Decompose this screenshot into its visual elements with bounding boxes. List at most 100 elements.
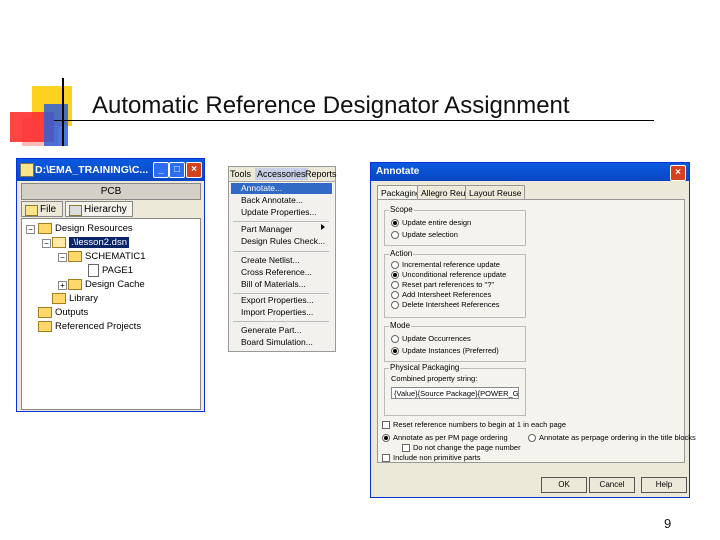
collapse-icon[interactable]: − xyxy=(26,225,35,234)
radio-icon xyxy=(391,261,399,270)
folder-icon xyxy=(52,292,66,304)
slide-title: Automatic Reference Designator Assignmen… xyxy=(92,92,570,119)
project-window-titlebar[interactable]: D:\EMA_TRAINING\C... _ □ × xyxy=(17,159,204,181)
menu-reports[interactable]: Reports xyxy=(305,168,337,180)
tree-item-page[interactable]: PAGE1 xyxy=(88,264,133,277)
radio-icon xyxy=(391,291,399,300)
decorative-square-blue xyxy=(44,104,68,146)
scope-option-selection[interactable]: Update selection xyxy=(391,230,458,240)
folder-icon xyxy=(38,320,52,332)
action-label: Action xyxy=(389,249,414,258)
tree-item-schematic[interactable]: SCHEMATIC1 xyxy=(68,250,146,263)
close-button[interactable]: × xyxy=(670,165,686,181)
annotate-title: Annotate xyxy=(376,166,420,177)
annotate-dialog: Annotate × Packaging Allegro Reuse Layou… xyxy=(370,162,696,498)
action-option-add-intersheet[interactable]: Add Intersheet References xyxy=(391,290,491,300)
action-option-unconditional[interactable]: Unconditional reference update xyxy=(391,270,506,280)
project-manager-window: D:\EMA_TRAINING\C... _ □ × PCB File Hier… xyxy=(16,158,205,412)
scope-group: Scope Update entire design Update select… xyxy=(384,205,526,246)
project-type-header: PCB xyxy=(21,183,201,200)
tree-item-design-file[interactable]: .\lesson2.dsn xyxy=(52,236,129,249)
radio-icon xyxy=(391,231,399,240)
physical-packaging-label: Physical Packaging xyxy=(389,363,461,372)
project-window-title: D:\EMA_TRAINING\C... xyxy=(35,164,149,176)
radio-icon xyxy=(391,271,399,280)
no-change-page-checkbox[interactable]: Do not change the page number xyxy=(402,443,521,453)
menu-separator xyxy=(233,321,329,322)
project-tree: − Design Resources − .\lesson2.dsn − SCH… xyxy=(21,218,201,410)
schematic-folder-icon xyxy=(68,250,82,262)
help-button[interactable]: Help xyxy=(641,477,687,493)
tools-menu: Tools Accessories Reports Annotate... Ba… xyxy=(228,166,337,352)
action-option-incremental[interactable]: Incremental reference update xyxy=(391,260,500,270)
ordering-option-pm-page[interactable]: Annotate as per PM page ordering xyxy=(382,433,508,443)
hierarchy-icon xyxy=(69,205,82,216)
tab-hierarchy[interactable]: Hierarchy xyxy=(65,201,133,217)
menu-item-cross-reference[interactable]: Cross Reference... xyxy=(241,267,312,278)
action-option-reset[interactable]: Reset part references to "?" xyxy=(391,280,494,290)
folder-icon xyxy=(38,222,52,234)
menu-item-design-rules-check[interactable]: Design Rules Check... xyxy=(241,236,325,247)
decorative-vertical-line xyxy=(62,78,64,146)
menu-item-back-annotate[interactable]: Back Annotate... xyxy=(241,195,303,206)
combined-property-label: Combined property string: xyxy=(391,374,478,383)
page-icon xyxy=(88,264,99,277)
tree-item-library[interactable]: Library xyxy=(52,292,98,305)
menu-separator xyxy=(233,221,329,222)
menu-tools[interactable]: Tools xyxy=(230,168,251,180)
tab-hierarchy-label: Hierarchy xyxy=(84,204,127,215)
folder-icon xyxy=(25,205,38,216)
menu-item-board-simulation[interactable]: Board Simulation... xyxy=(241,337,313,348)
folder-icon xyxy=(68,278,82,290)
maximize-button[interactable]: □ xyxy=(169,162,185,178)
tab-file[interactable]: File xyxy=(21,201,63,217)
tree-item-referenced-projects[interactable]: Referenced Projects xyxy=(38,320,141,333)
folder-icon xyxy=(38,306,52,318)
combined-property-input[interactable]: {Value}{Source Package}{POWER_GRO xyxy=(391,387,519,399)
minimize-button[interactable]: _ xyxy=(153,162,169,178)
physical-packaging-group: Physical Packaging Combined property str… xyxy=(384,363,526,416)
menu-item-bill-of-materials[interactable]: Bill of Materials... xyxy=(241,279,306,290)
menu-separator xyxy=(233,293,329,294)
radio-icon xyxy=(391,335,399,344)
cancel-button[interactable]: Cancel xyxy=(589,477,635,493)
tab-layout-reuse[interactable]: Layout Reuse xyxy=(465,185,526,200)
menu-accessories[interactable]: Accessories xyxy=(255,168,308,180)
collapse-icon[interactable]: − xyxy=(42,239,51,248)
menu-item-part-manager[interactable]: Part Manager xyxy=(241,224,293,235)
scope-label: Scope xyxy=(389,205,414,214)
mode-option-instances[interactable]: Update Instances (Preferred) xyxy=(391,346,499,356)
mode-option-occurrences[interactable]: Update Occurrences xyxy=(391,334,471,344)
tree-item-design-cache[interactable]: Design Cache xyxy=(68,278,145,291)
annotate-titlebar[interactable]: Annotate × xyxy=(371,163,689,181)
include-nonprimitive-checkbox[interactable]: Include non primitive parts xyxy=(382,453,481,463)
radio-icon xyxy=(391,301,399,310)
close-button[interactable]: × xyxy=(186,162,202,178)
menu-item-import-properties[interactable]: Import Properties... xyxy=(241,307,313,318)
checkbox-icon xyxy=(382,421,390,430)
tree-item-outputs[interactable]: Outputs xyxy=(38,306,88,319)
mode-label: Mode xyxy=(389,321,412,330)
reset-reference-checkbox[interactable]: Reset reference numbers to begin at 1 in… xyxy=(382,420,566,430)
design-file-icon xyxy=(52,236,66,248)
scope-option-entire-design[interactable]: Update entire design xyxy=(391,218,471,228)
checkbox-icon xyxy=(382,454,390,463)
collapse-icon[interactable]: − xyxy=(58,253,67,262)
menu-item-update-properties[interactable]: Update Properties... xyxy=(241,207,317,218)
expand-icon[interactable]: + xyxy=(58,281,67,290)
project-window-icon xyxy=(20,163,34,177)
action-option-delete-intersheet[interactable]: Delete Intersheet References xyxy=(391,300,500,310)
decorative-horizontal-line xyxy=(54,120,654,121)
tab-file-label: File xyxy=(40,204,57,215)
mode-group: Mode Update Occurrences Update Instances… xyxy=(384,321,526,362)
ok-button[interactable]: OK xyxy=(541,477,587,493)
packaging-panel: Scope Update entire design Update select… xyxy=(377,199,696,463)
menu-item-export-properties[interactable]: Export Properties... xyxy=(241,295,314,306)
ordering-option-title-blocks[interactable]: Annotate as perpage ordering in the titl… xyxy=(528,433,696,443)
menu-item-generate-part[interactable]: Generate Part... xyxy=(241,325,301,336)
radio-icon xyxy=(528,434,536,443)
menu-item-create-netlist[interactable]: Create Netlist... xyxy=(241,255,300,266)
tree-item-design-resources[interactable]: Design Resources xyxy=(38,222,133,235)
slide-page-number: 9 xyxy=(664,516,672,531)
menu-item-annotate[interactable]: Annotate... xyxy=(241,183,282,194)
